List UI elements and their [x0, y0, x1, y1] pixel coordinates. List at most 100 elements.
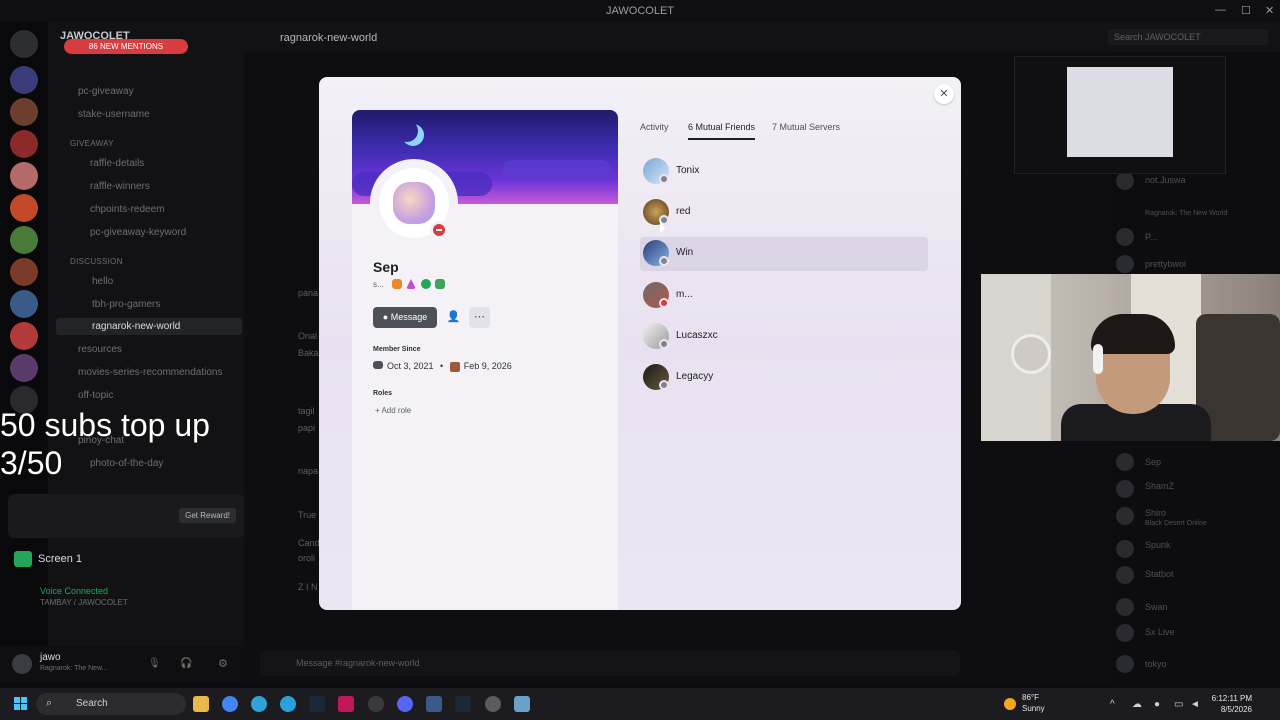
- server-icon[interactable]: [10, 98, 38, 126]
- channel-raffle-details[interactable]: raffle-details: [90, 158, 144, 169]
- obs-icon[interactable]: [368, 696, 384, 712]
- mic-icon[interactable]: ●: [1154, 699, 1160, 710]
- user-name[interactable]: jawo: [40, 652, 61, 663]
- close-modal-button[interactable]: ✕: [934, 84, 954, 104]
- channel-resources[interactable]: resources: [78, 344, 122, 355]
- server-icon[interactable]: [10, 194, 38, 222]
- avatar[interactable]: [1116, 228, 1134, 246]
- mutual-friend-row[interactable]: red: [640, 196, 928, 230]
- moon-icon: [396, 120, 418, 142]
- member-name[interactable]: Spunk: [1145, 540, 1171, 550]
- mutual-friend-row[interactable]: Lucaszxc: [640, 320, 928, 354]
- add-friend-icon[interactable]: 👤: [443, 307, 464, 328]
- server-icon[interactable]: [10, 322, 38, 350]
- member-name[interactable]: not.Juswa: [1145, 175, 1186, 185]
- channel-pc-giveaway-keyword[interactable]: pc-giveaway-keyword: [90, 227, 186, 238]
- channel-tbh-pro-gamers[interactable]: tbh-pro-gamers: [92, 299, 160, 310]
- badge-icon[interactable]: [392, 279, 402, 289]
- member-name[interactable]: P...: [1145, 232, 1157, 242]
- steam-icon[interactable]: [455, 696, 471, 712]
- channel-movies[interactable]: movies-series-recommendations: [78, 367, 223, 378]
- server-icon[interactable]: [10, 290, 38, 318]
- mutual-friend-row[interactable]: Legacyy: [640, 361, 928, 395]
- tab-mutual-servers[interactable]: 7 Mutual Servers: [772, 122, 840, 132]
- server-icon[interactable]: [10, 258, 38, 286]
- avatar[interactable]: [1116, 255, 1134, 273]
- channel-hello[interactable]: hello: [92, 276, 113, 287]
- server-icon[interactable]: [10, 354, 38, 382]
- new-mentions-pill[interactable]: 86 NEW MENTIONS: [64, 39, 188, 54]
- member-name[interactable]: Shiro: [1145, 508, 1166, 518]
- more-options-icon[interactable]: ⋯: [469, 307, 490, 328]
- badge-icon[interactable]: [421, 279, 431, 289]
- mutual-friend-row[interactable]: Win: [640, 237, 928, 271]
- avatar[interactable]: [1116, 507, 1134, 525]
- message-composer[interactable]: Message #ragnarok-new-world: [260, 650, 960, 676]
- game-icon[interactable]: [514, 696, 530, 712]
- voice-location[interactable]: TAMBAY / JAWOCOLET: [40, 598, 128, 607]
- member-name[interactable]: Swan: [1145, 602, 1168, 612]
- mutual-friend-row[interactable]: m...: [640, 279, 928, 313]
- steam-icon[interactable]: [309, 696, 325, 712]
- channel-off-topic[interactable]: off-topic: [78, 390, 113, 401]
- windows-start-icon[interactable]: [14, 697, 28, 711]
- server-icon[interactable]: [10, 226, 38, 254]
- channel-raffle-winners[interactable]: raffle-winners: [90, 181, 150, 192]
- file-explorer-icon[interactable]: [193, 696, 209, 712]
- chevron-up-icon[interactable]: ^: [1110, 699, 1115, 710]
- calculator-icon[interactable]: [426, 696, 442, 712]
- app-icon[interactable]: [338, 696, 354, 712]
- server-icon[interactable]: [10, 66, 38, 94]
- discord-icon[interactable]: [397, 696, 413, 712]
- avatar[interactable]: [1116, 540, 1134, 558]
- avatar[interactable]: [1116, 453, 1134, 471]
- member-name[interactable]: Sep: [1145, 457, 1161, 467]
- tab-activity[interactable]: Activity: [640, 122, 669, 132]
- maximize-icon[interactable]: ☐: [1241, 4, 1251, 17]
- channel-ragnarok-new-world[interactable]: ragnarok-new-world: [56, 318, 242, 335]
- avatar[interactable]: [1116, 598, 1134, 616]
- avatar[interactable]: [12, 654, 32, 674]
- chrome-icon[interactable]: [222, 696, 238, 712]
- telegram-icon[interactable]: [280, 696, 296, 712]
- avatar[interactable]: [1116, 172, 1134, 190]
- taskbar-clock[interactable]: 6:12:11 PM 8/5/2026: [1204, 693, 1252, 715]
- screen-share-label[interactable]: Screen 1: [14, 551, 82, 567]
- member-name[interactable]: ShamZ: [1145, 481, 1174, 491]
- friend-name: Lucaszxc: [676, 330, 718, 341]
- volume-icon[interactable]: ◄: [1190, 699, 1200, 710]
- channel-stake-username[interactable]: stake-username: [78, 109, 150, 120]
- member-name[interactable]: tokyo: [1145, 659, 1167, 669]
- gear-icon[interactable]: ⚙: [218, 657, 228, 670]
- headphones-icon[interactable]: 🎧: [180, 658, 192, 669]
- member-name[interactable]: prettybwoi: [1145, 259, 1186, 269]
- tab-mutual-friends[interactable]: 6 Mutual Friends: [688, 122, 756, 140]
- badge-icon[interactable]: [435, 279, 445, 289]
- settings-icon[interactable]: [485, 696, 501, 712]
- search-input[interactable]: Search JAWOCOLET: [1108, 29, 1268, 45]
- channel-chpoints-redeem[interactable]: chpoints-redeem: [90, 204, 164, 215]
- network-icon[interactable]: ▭: [1174, 699, 1183, 710]
- minimize-icon[interactable]: —: [1215, 4, 1226, 16]
- mic-icon[interactable]: 🎙: [148, 658, 161, 669]
- message-button[interactable]: ● Message: [373, 307, 437, 328]
- member-name[interactable]: Statbot: [1145, 569, 1174, 579]
- category-discussion[interactable]: DISCUSSION: [70, 257, 123, 266]
- avatar[interactable]: [1116, 655, 1134, 673]
- cloud-icon[interactable]: ☁: [1132, 699, 1142, 710]
- channel-pc-giveaway[interactable]: pc-giveaway: [78, 86, 134, 97]
- avatar[interactable]: [1116, 480, 1134, 498]
- get-reward-button[interactable]: Get Reward!: [179, 508, 236, 523]
- member-name[interactable]: Sx Live: [1145, 627, 1175, 637]
- close-window-icon[interactable]: ✕: [1265, 4, 1274, 17]
- add-role-button[interactable]: + Add role: [375, 406, 411, 415]
- edge-icon[interactable]: [251, 696, 267, 712]
- server-icon[interactable]: [10, 130, 38, 158]
- avatar[interactable]: [1116, 566, 1134, 584]
- avatar[interactable]: [1116, 624, 1134, 642]
- category-giveaway[interactable]: GIVEAWAY: [70, 139, 114, 148]
- discord-home-icon[interactable]: [10, 30, 38, 58]
- mutual-friend-row[interactable]: Tonix: [640, 155, 928, 189]
- server-icon[interactable]: [10, 162, 38, 190]
- taskbar-search[interactable]: ⌕ Search: [36, 693, 186, 715]
